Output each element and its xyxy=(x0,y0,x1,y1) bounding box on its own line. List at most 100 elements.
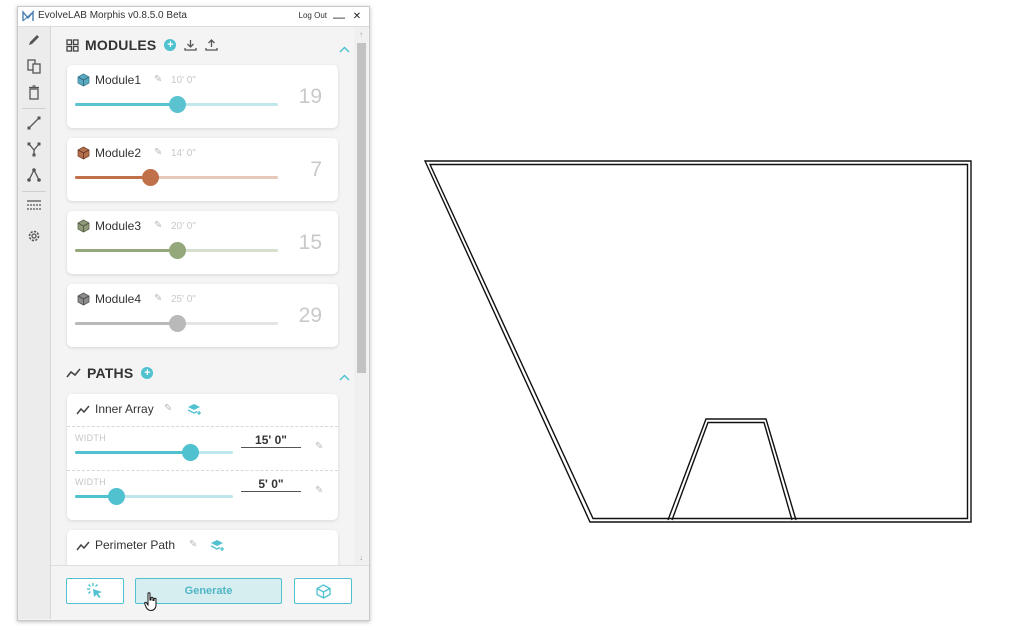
scrollbar-thumb[interactable] xyxy=(357,43,366,373)
slider-fill xyxy=(75,322,177,325)
scroll-down-icon[interactable]: ↓ xyxy=(356,553,366,563)
module-dimension: 20' 0" xyxy=(171,221,196,232)
path-name: Perimeter Path xyxy=(95,538,176,552)
slider-handle[interactable] xyxy=(142,169,159,186)
slider-fill xyxy=(75,249,177,252)
slider-fill xyxy=(75,103,177,106)
sidebar-divider xyxy=(22,108,46,109)
edit-icon[interactable]: ✎ xyxy=(154,220,162,231)
edit-icon[interactable]: ✎ xyxy=(154,293,162,304)
select-cursor-icon xyxy=(87,583,102,598)
module-count: 15 xyxy=(298,231,322,254)
width-label: WIDTH xyxy=(75,433,106,443)
module-count: 19 xyxy=(298,85,322,108)
module-slider[interactable] xyxy=(75,242,278,259)
close-button[interactable]: ✕ xyxy=(349,7,365,26)
module-name: Module2 xyxy=(95,146,142,160)
scroll-up-icon[interactable]: ↑ xyxy=(356,30,366,40)
slider-fill xyxy=(75,176,150,179)
width-slider[interactable] xyxy=(75,444,233,461)
slider-handle[interactable] xyxy=(108,488,125,505)
module-name: Module4 xyxy=(95,292,142,306)
divider xyxy=(67,426,338,427)
inner-array-outline-offset xyxy=(671,421,793,521)
edit-icon[interactable]: ✎ xyxy=(315,485,323,496)
layers-icon[interactable] xyxy=(26,198,42,214)
branch-tool-icon[interactable] xyxy=(26,141,42,157)
add-layer-icon[interactable] xyxy=(210,538,225,552)
slider-handle[interactable] xyxy=(169,242,186,259)
hand-cursor-icon xyxy=(144,592,157,612)
outer-boundary-outline xyxy=(423,160,972,523)
panel-content: MODULES + Module1 ✎ 10' 0" 19 Module2 ✎ … xyxy=(51,27,352,565)
slider-handle[interactable] xyxy=(169,96,186,113)
minimize-button[interactable]: — xyxy=(331,7,347,26)
paths-title: PATHS xyxy=(87,365,134,381)
documents-icon[interactable] xyxy=(26,58,42,74)
width-value[interactable]: 5' 0" xyxy=(241,477,301,492)
sidebar-divider xyxy=(22,191,46,192)
path-name: Inner Array xyxy=(95,402,154,416)
tool-sidebar xyxy=(18,27,51,619)
edit-icon[interactable]: ✎ xyxy=(164,403,172,414)
edit-icon[interactable]: ✎ xyxy=(154,147,162,158)
morphis-logo-icon xyxy=(22,10,35,22)
node-tool-icon[interactable] xyxy=(26,167,42,183)
module-card: Module2 ✎ 14' 0" 7 xyxy=(67,138,338,201)
add-module-icon[interactable]: + xyxy=(164,39,177,51)
inner-boundary-outline xyxy=(428,163,969,520)
edit-icon[interactable]: ✎ xyxy=(189,539,197,550)
logout-link[interactable]: Log Out xyxy=(299,11,327,20)
modules-header: MODULES + xyxy=(66,35,219,55)
module-slider[interactable] xyxy=(75,315,278,332)
window-title: EvolveLAB Morphis v0.8.5.0 Beta xyxy=(38,10,187,21)
module-dimension: 25' 0" xyxy=(171,294,196,305)
paths-header: PATHS + xyxy=(66,363,154,383)
select-button[interactable] xyxy=(66,578,124,604)
module-cube-icon xyxy=(77,219,90,233)
path-card: Inner Array ✎ WIDTH 15' 0" ✎ WIDTH 5' 0"… xyxy=(67,394,338,520)
module-slider[interactable] xyxy=(75,169,278,186)
module-name: Module1 xyxy=(95,73,142,87)
add-layer-icon[interactable] xyxy=(187,402,202,416)
width-label: WIDTH xyxy=(75,477,106,487)
module-count: 7 xyxy=(310,158,322,181)
gear-icon[interactable] xyxy=(26,228,42,244)
module-cube-icon xyxy=(77,146,90,160)
line-tool-icon[interactable] xyxy=(26,115,42,131)
slider-handle[interactable] xyxy=(169,315,186,332)
action-bar: Generate xyxy=(51,565,369,620)
collapse-paths-icon[interactable] xyxy=(339,374,350,381)
slider-fill xyxy=(75,451,190,454)
module-dimension: 10' 0" xyxy=(171,75,196,86)
view-3d-button[interactable] xyxy=(294,578,352,604)
upload-icon[interactable] xyxy=(205,39,219,51)
module-count: 29 xyxy=(298,304,322,327)
morphis-panel: EvolveLAB Morphis v0.8.5.0 Beta Log Out … xyxy=(17,6,370,621)
path-icon xyxy=(66,368,81,378)
add-path-icon[interactable]: + xyxy=(141,367,154,379)
modules-title: MODULES xyxy=(85,37,157,53)
width-value[interactable]: 15' 0" xyxy=(241,433,301,448)
module-cube-icon xyxy=(77,73,90,87)
module-dimension: 14' 0" xyxy=(171,148,196,159)
collapse-modules-icon[interactable] xyxy=(339,46,350,53)
download-icon[interactable] xyxy=(184,39,198,51)
panel-scrollbar[interactable]: ↑ ↓ xyxy=(354,27,368,565)
edit-icon[interactable]: ✎ xyxy=(315,441,323,452)
module-cube-icon xyxy=(77,292,90,306)
width-slider[interactable] xyxy=(75,488,233,505)
module-slider[interactable] xyxy=(75,96,278,113)
cube-icon xyxy=(315,583,331,599)
edit-icon[interactable]: ✎ xyxy=(154,74,162,85)
drawing-canvas[interactable] xyxy=(400,0,1024,633)
module-card: Module4 ✎ 25' 0" 29 xyxy=(67,284,338,347)
pencil-icon[interactable] xyxy=(26,32,42,48)
trash-icon[interactable] xyxy=(26,84,42,100)
title-bar: EvolveLAB Morphis v0.8.5.0 Beta Log Out … xyxy=(18,7,369,27)
module-card: Module3 ✎ 20' 0" 15 xyxy=(67,211,338,274)
path-card: Perimeter Path ✎ xyxy=(67,530,338,565)
grid-icon xyxy=(66,38,79,52)
slider-handle[interactable] xyxy=(182,444,199,461)
divider xyxy=(67,470,338,471)
